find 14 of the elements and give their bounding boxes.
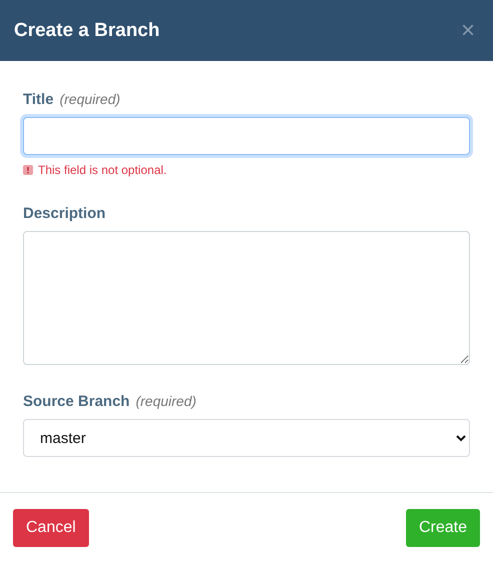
field-label: Description [23, 205, 106, 222]
dialog-title: Create a Branch [14, 20, 160, 42]
branch-select[interactable]: master [23, 419, 470, 457]
cancel-button[interactable]: Cancel [13, 509, 89, 547]
close-button[interactable]: × [456, 18, 479, 42]
field-label: Title [23, 91, 54, 108]
description-textarea[interactable] [23, 231, 470, 365]
error-icon [23, 165, 33, 175]
field-label: Source Branch [23, 393, 130, 410]
title-input[interactable] [23, 117, 470, 155]
create-button[interactable]: Create [406, 509, 480, 547]
required-hint: (required) [136, 393, 196, 409]
required-hint: (required) [60, 91, 120, 107]
error-message: This field is not optional. [38, 163, 167, 177]
